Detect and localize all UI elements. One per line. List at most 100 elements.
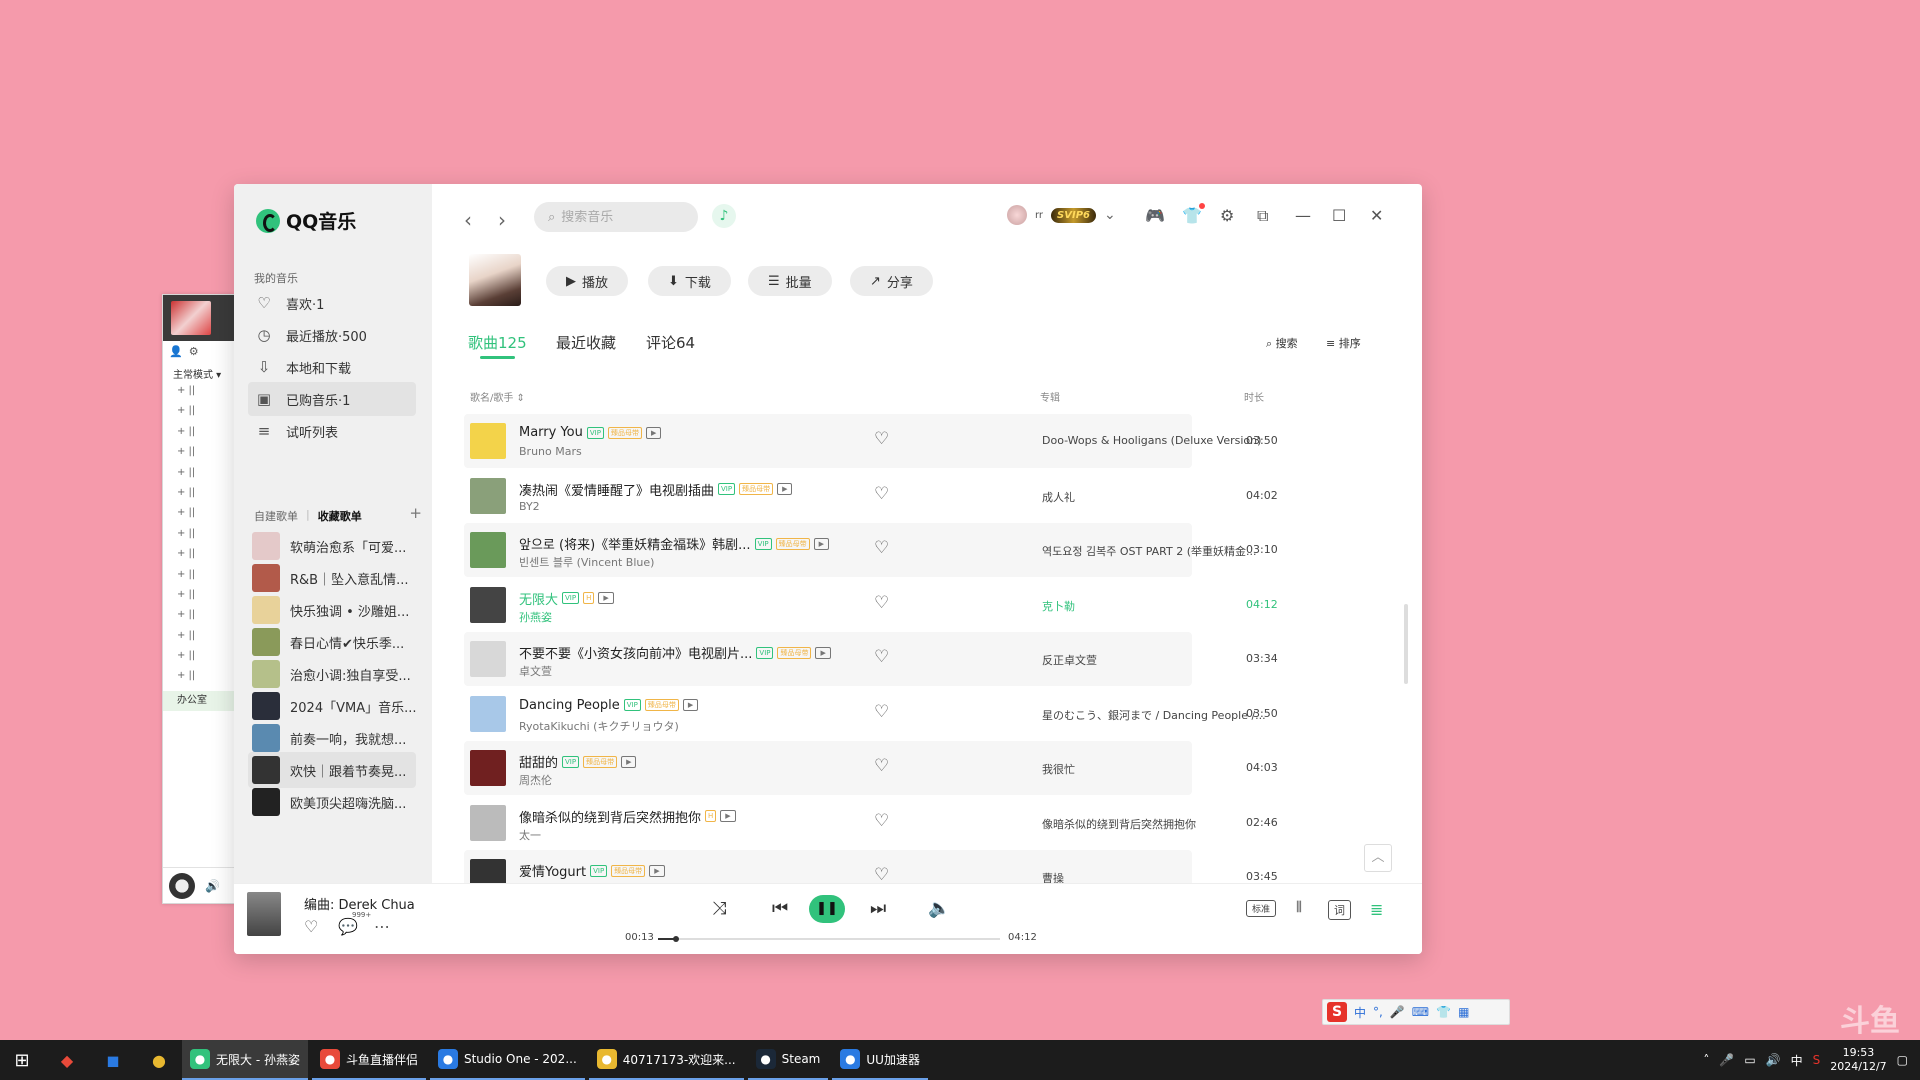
song-album[interactable]: 像暗杀似的绕到背后突然拥抱你 (1042, 816, 1267, 832)
song-row[interactable]: 凑热闹《爱情睡醒了》电视剧插曲 VIP 臻品母带 ▶ BY2 ♡ 成人礼 04:02 (464, 469, 1278, 523)
heart-icon[interactable]: ♡ (874, 756, 889, 776)
taskbar-app[interactable]: ● UU加速器 (832, 1040, 928, 1080)
avatar[interactable] (169, 872, 195, 899)
ime-toolbar[interactable]: S 中 °, 🎤 ⌨ 👕 ▦ (1322, 999, 1510, 1025)
contact-row[interactable]: + || (163, 650, 234, 670)
song-album[interactable]: 我很忙 (1042, 761, 1267, 777)
mv-icon[interactable]: ▶ (720, 810, 736, 822)
minimize-icon[interactable]: — (1295, 206, 1311, 225)
heart-icon[interactable]: ♡ (874, 429, 889, 449)
next-icon[interactable]: ⏭ (870, 898, 886, 919)
song-title[interactable]: 不要不要《小资女孩向前冲》电视剧片... (519, 643, 752, 662)
sidebar-item[interactable]: ▣ 已购音乐·1 (248, 382, 416, 416)
heart-icon[interactable]: ♡ (874, 538, 889, 558)
maximize-icon[interactable]: ☐ (1332, 206, 1346, 225)
song-album[interactable]: 成人礼 (1042, 489, 1267, 505)
song-row[interactable]: 不要不要《小资女孩向前冲》电视剧片... VIP 臻品母带 ▶ 卓文萱 ♡ 反正卓文萱 03:… (464, 632, 1278, 686)
song-artist[interactable]: Bruno Mars (519, 445, 582, 458)
like-icon[interactable]: ♡ (304, 917, 318, 936)
keyboard-icon[interactable]: ⌨ (1412, 1005, 1429, 1019)
song-title[interactable]: Marry You (519, 425, 583, 440)
skin-icon[interactable]: 👕 (1182, 203, 1205, 225)
settings-icon[interactable]: ⚙ (1220, 206, 1234, 225)
heart-icon[interactable]: ♡ (874, 865, 889, 885)
batch-button[interactable]: ☰ 批量 (748, 266, 832, 296)
equalizer-icon[interactable]: ⫼ (1296, 900, 1302, 915)
tab-songs[interactable]: 歌曲125 (468, 332, 527, 359)
download-button[interactable]: ⬇ 下载 (648, 266, 731, 296)
mv-icon[interactable]: ▶ (777, 483, 793, 495)
sidebar-item[interactable]: ♡ 喜欢·1 (248, 286, 416, 320)
playlist-item[interactable]: 软萌治愈系「可爱... (248, 528, 416, 564)
contact-row[interactable]: + || (163, 507, 234, 527)
progress-handle[interactable] (672, 936, 679, 942)
microphone-icon[interactable]: 🎤 (1390, 1005, 1405, 1019)
shuffle-icon[interactable]: ⤨ (712, 898, 726, 919)
lyrics-button[interactable]: 词 (1328, 900, 1351, 920)
contact-row[interactable]: + || (163, 528, 234, 548)
heart-icon[interactable]: ♡ (874, 593, 889, 613)
contact-row[interactable]: + || (163, 548, 234, 568)
song-title[interactable]: Dancing People (519, 698, 620, 713)
contact-row[interactable]: + || (163, 609, 234, 629)
heart-icon[interactable]: ♡ (874, 811, 889, 831)
mv-icon[interactable]: ▶ (813, 537, 830, 550)
playlist-item[interactable]: 2024「VMA」音乐... (248, 688, 416, 724)
mini-mode-icon[interactable]: ⧉ (1257, 206, 1268, 226)
mode-label[interactable]: 主常模式 ▾ (163, 362, 234, 385)
avatar[interactable] (1007, 205, 1027, 225)
song-album[interactable]: 克卜勒 (1042, 598, 1267, 614)
sidebar-item[interactable]: ⇩ 本地和下载 (248, 350, 416, 384)
volume-icon[interactable]: 🔊 (1766, 1053, 1781, 1067)
back-button[interactable]: ‹ (464, 208, 472, 232)
song-title[interactable]: 凑热闹《爱情睡醒了》电视剧插曲 (519, 480, 714, 499)
tab-created-playlists[interactable]: 自建歌单 (254, 508, 298, 524)
song-album[interactable]: Doo-Wops & Hooligans (Deluxe Version) (1042, 434, 1267, 447)
ime-indicator[interactable]: 中 (1791, 1052, 1803, 1069)
song-row[interactable]: 앞으로 (将来)《举重妖精金福珠》韩剧... VIP 臻品母带 ▶ 빈센트 블루 (Vi… (464, 523, 1278, 577)
more-icon[interactable]: ⋯ (374, 917, 390, 936)
heart-icon[interactable]: ♡ (874, 484, 889, 504)
song-artist[interactable]: 太一 (519, 827, 541, 843)
contact-row[interactable]: + || (163, 446, 234, 466)
song-artist[interactable]: 周杰伦 (519, 772, 552, 788)
playlist-item[interactable]: R&B｜坠入意乱情... (248, 560, 416, 596)
list-search-button[interactable]: ⌕ 搜索 (1266, 335, 1298, 351)
song-title[interactable]: 甜甜的 (519, 752, 558, 771)
contact-row[interactable]: + || (163, 426, 234, 446)
heart-icon[interactable]: ♡ (874, 647, 889, 667)
mv-icon[interactable]: ▶ (621, 755, 637, 768)
gear-icon[interactable]: ⚙ (189, 345, 199, 358)
contact-row[interactable]: + || (163, 487, 234, 507)
back-to-top-button[interactable]: ︿ (1364, 844, 1392, 872)
add-playlist-button[interactable]: + (409, 506, 422, 524)
playlist-item[interactable]: 欢快｜跟着节奏晃... (248, 752, 416, 788)
skin-icon[interactable]: 👕 (1436, 1005, 1451, 1019)
song-title[interactable]: 爱情Yogurt (519, 861, 586, 880)
pause-button[interactable]: ❚❚ (809, 895, 845, 923)
search-box[interactable]: ⌕ (534, 202, 698, 232)
pinned-app-icon[interactable]: ◆ (44, 1051, 90, 1070)
playlist-item[interactable]: 前奏一响，我就想... (248, 720, 416, 756)
notification-icon[interactable]: ▢ (1897, 1053, 1908, 1067)
column-header-song[interactable]: 歌名/歌手 ⇕ (470, 389, 525, 404)
song-title[interactable]: 像暗杀似的绕到背后突然拥抱你 (519, 807, 701, 826)
song-album[interactable]: 星のむこう、銀河まで / Dancing People /... (1042, 707, 1267, 723)
song-artist[interactable]: 卓文萱 (519, 663, 552, 679)
mv-icon[interactable]: ▶ (645, 426, 662, 439)
gamepad-icon[interactable]: 🎮 (1145, 206, 1165, 225)
sidebar-item[interactable]: ◷ 最近播放·500 (248, 318, 416, 352)
contact-row[interactable]: + || (163, 630, 234, 650)
song-artist[interactable]: 孙燕姿 (519, 609, 552, 625)
ime-mode[interactable]: 中 (1354, 1004, 1366, 1021)
taskbar-app[interactable]: ● 40717173-欢迎来... (588, 1040, 744, 1080)
contact-row[interactable]: + || (163, 670, 234, 690)
mv-icon[interactable]: ▶ (815, 646, 831, 659)
quality-button[interactable]: 标准 (1246, 900, 1277, 917)
song-title[interactable]: 无限大 (519, 589, 558, 608)
song-row[interactable]: 甜甜的 VIP 臻品母带 ▶ 周杰伦 ♡ 我很忙 04:03 (464, 741, 1278, 795)
comment-icon[interactable]: 💬 999+ (338, 911, 371, 936)
playlist-item[interactable]: 治愈小调:独自享受... (248, 656, 416, 692)
volume-icon[interactable]: 🔈 (928, 898, 950, 919)
contact-row[interactable]: + || (163, 405, 234, 425)
